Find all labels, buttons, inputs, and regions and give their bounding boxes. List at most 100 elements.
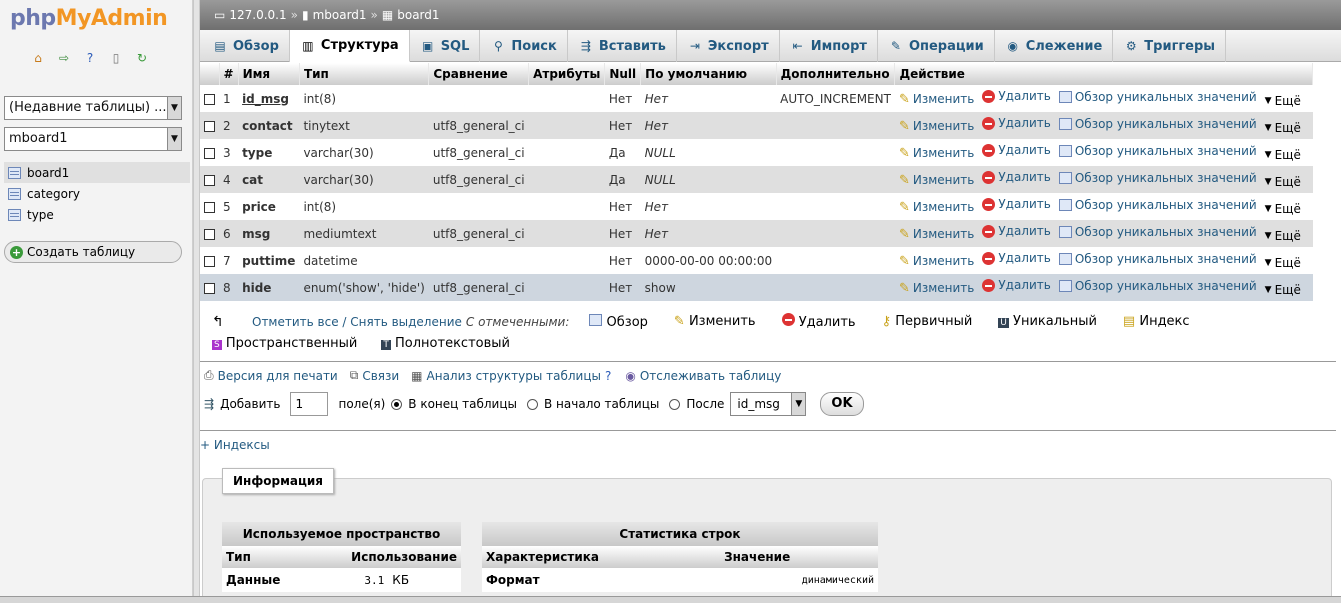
create-table-button[interactable]: + Создать таблицу — [4, 241, 182, 263]
tab-insert[interactable]: ⇶ Вставить — [568, 30, 677, 62]
drop-field-link[interactable]: Удалить — [982, 116, 1051, 130]
tab-search[interactable]: ⚲ Поиск — [480, 30, 568, 62]
change-field-link[interactable]: ✎ Изменить — [899, 281, 974, 296]
col-name[interactable]: Имя — [238, 63, 300, 85]
change-field-link[interactable]: ✎ Изменить — [899, 200, 974, 215]
drop-field-link[interactable]: Удалить — [982, 251, 1051, 265]
drop-field-link[interactable]: Удалить — [982, 89, 1051, 103]
browse-distinct-link[interactable]: Обзор уникальных значений — [1058, 225, 1257, 239]
table-row[interactable]: 3 type varchar(30) utf8_general_ci Да NULL ✎ Из… — [200, 139, 1313, 166]
breadcrumb-server[interactable]: 127.0.0.1 — [229, 8, 286, 22]
reload-icon[interactable]: ↻ — [134, 50, 150, 66]
tab-export[interactable]: ⇥ Экспорт — [677, 30, 780, 62]
after-field-select[interactable]: id_msg ▼ — [730, 392, 807, 416]
bulk-change-button[interactable]: ✎ Изменить — [674, 314, 756, 329]
more-dropdown[interactable]: ▼ Ещё — [1265, 148, 1301, 162]
docs-icon[interactable]: ▯ — [108, 50, 124, 66]
browse-distinct-link[interactable]: Обзор уникальных значений — [1058, 252, 1257, 266]
col-collation[interactable]: Сравнение — [428, 63, 530, 85]
table-row[interactable]: 2 contact tinytext utf8_general_ci Нет Нет ✎ Из… — [200, 112, 1313, 139]
table-row[interactable]: 6 msg mediumtext utf8_general_ci Нет Нет ✎ Изме… — [200, 220, 1313, 247]
database-select[interactable]: mboard1 ▼ — [4, 127, 182, 151]
after-radio[interactable] — [669, 398, 681, 410]
col-default[interactable]: По умолчанию — [640, 63, 777, 85]
row-checkbox[interactable] — [204, 255, 215, 267]
more-dropdown[interactable]: ▼ Ещё — [1265, 283, 1301, 297]
row-checkbox[interactable] — [204, 201, 215, 213]
table-item-category[interactable]: category — [4, 183, 190, 204]
browse-distinct-link[interactable]: Обзор уникальных значений — [1058, 171, 1257, 185]
ok-button[interactable]: OK — [820, 392, 864, 416]
tab-tracking[interactable]: ◉ Слежение — [995, 30, 1114, 62]
bulk-browse-button[interactable]: Обзор — [589, 313, 648, 330]
browse-distinct-link[interactable]: Обзор уникальных значений — [1058, 144, 1257, 158]
table-row[interactable]: 4 cat varchar(30) utf8_general_ci Да NULL ✎ Изм… — [200, 166, 1313, 193]
more-dropdown[interactable]: ▼ Ещё — [1265, 121, 1301, 135]
help-icon[interactable]: ? — [82, 50, 98, 66]
bulk-drop-button[interactable]: Удалить — [781, 313, 856, 330]
tab-structure[interactable]: ▥ Структура — [289, 30, 410, 62]
check-all-link[interactable]: Отметить все / Снять выделение — [252, 315, 462, 329]
print-view-link[interactable]: Версия для печати — [218, 369, 338, 383]
table-row[interactable]: 5 price int(8) Нет Нет ✎ Изменить Удалить Обзор … — [200, 193, 1313, 220]
phpmyadmin-logo[interactable]: phpMyAdmin — [10, 6, 168, 31]
home-icon[interactable]: ⌂ — [30, 50, 46, 66]
col-attributes[interactable]: Атрибуты — [528, 63, 606, 85]
row-checkbox[interactable] — [204, 228, 215, 240]
change-field-link[interactable]: ✎ Изменить — [899, 254, 974, 269]
row-checkbox[interactable] — [204, 120, 215, 132]
more-dropdown[interactable]: ▼ Ещё — [1265, 175, 1301, 189]
row-checkbox[interactable] — [204, 147, 215, 159]
breadcrumb-database[interactable]: mboard1 — [313, 8, 367, 22]
propose-structure-link[interactable]: Анализ структуры таблицы — [427, 369, 601, 383]
browse-distinct-link[interactable]: Обзор уникальных значений — [1058, 117, 1257, 131]
change-field-link[interactable]: ✎ Изменить — [899, 173, 974, 188]
at-start-radio[interactable] — [527, 398, 538, 410]
table-row[interactable]: 1 id_msg int(8) Нет Нет AUTO_INCREMENT ✎ Измени… — [200, 85, 1313, 112]
tab-operations[interactable]: ✎ Операции — [878, 30, 995, 62]
row-checkbox[interactable] — [204, 282, 215, 294]
tab-triggers[interactable]: ⚙ Триггеры — [1113, 30, 1227, 62]
col-extra[interactable]: Дополнительно — [776, 63, 896, 85]
drop-field-link[interactable]: Удалить — [982, 170, 1051, 184]
help-icon[interactable]: ? — [605, 369, 611, 383]
change-field-link[interactable]: ✎ Изменить — [899, 92, 974, 107]
field-count-input[interactable]: 1 — [290, 392, 329, 416]
col-type[interactable]: Тип — [299, 63, 430, 85]
breadcrumb-table[interactable]: board1 — [397, 8, 439, 22]
row-checkbox[interactable] — [204, 174, 215, 186]
more-dropdown[interactable]: ▼ Ещё — [1265, 202, 1301, 216]
browse-distinct-link[interactable]: Обзор уникальных значений — [1058, 198, 1257, 212]
drop-field-link[interactable]: Удалить — [982, 197, 1051, 211]
bulk-spatial-button[interactable]: S Пространственный — [212, 336, 357, 351]
logout-icon[interactable]: ⇨ — [56, 50, 72, 66]
table-item-board1[interactable]: board1 — [4, 162, 190, 183]
drop-field-link[interactable]: Удалить — [982, 224, 1051, 238]
relations-link[interactable]: Связи — [362, 369, 399, 383]
track-table-link[interactable]: Отслеживать таблицу — [640, 369, 781, 383]
more-dropdown[interactable]: ▼ Ещё — [1265, 229, 1301, 243]
tab-browse[interactable]: ▤ Обзор — [202, 30, 290, 62]
recent-tables-select[interactable]: (Недавние таблицы) ... ▼ — [4, 96, 182, 120]
bulk-index-button[interactable]: ▤ Индекс — [1123, 314, 1190, 329]
at-end-radio[interactable] — [391, 398, 403, 410]
frame-splitter[interactable] — [193, 0, 200, 603]
table-row[interactable]: 8 hide enum('show', 'hide') utf8_general_ci… — [200, 274, 1313, 301]
more-dropdown[interactable]: ▼ Ещё — [1265, 94, 1301, 108]
change-field-link[interactable]: ✎ Изменить — [899, 119, 974, 134]
indexes-toggle[interactable]: + Индексы — [200, 438, 270, 452]
more-dropdown[interactable]: ▼ Ещё — [1265, 256, 1301, 270]
tab-import[interactable]: ⇤ Импорт — [780, 30, 878, 62]
bulk-fulltext-button[interactable]: T Полнотекстовый — [381, 336, 510, 351]
col-null[interactable]: Null — [604, 63, 642, 85]
drop-field-link[interactable]: Удалить — [982, 278, 1051, 292]
change-field-link[interactable]: ✎ Изменить — [899, 227, 974, 242]
change-field-link[interactable]: ✎ Изменить — [899, 146, 974, 161]
drop-field-link[interactable]: Удалить — [982, 143, 1051, 157]
browse-distinct-link[interactable]: Обзор уникальных значений — [1058, 90, 1257, 104]
table-item-type[interactable]: type — [4, 204, 190, 225]
browse-distinct-link[interactable]: Обзор уникальных значений — [1058, 279, 1257, 293]
bulk-unique-button[interactable]: U Уникальный — [998, 314, 1097, 329]
bulk-primary-button[interactable]: ⚷ Первичный — [882, 314, 973, 329]
table-row[interactable]: 7 puttime datetime Нет 0000-00-00 00:00:00 ✎ И… — [200, 247, 1313, 274]
